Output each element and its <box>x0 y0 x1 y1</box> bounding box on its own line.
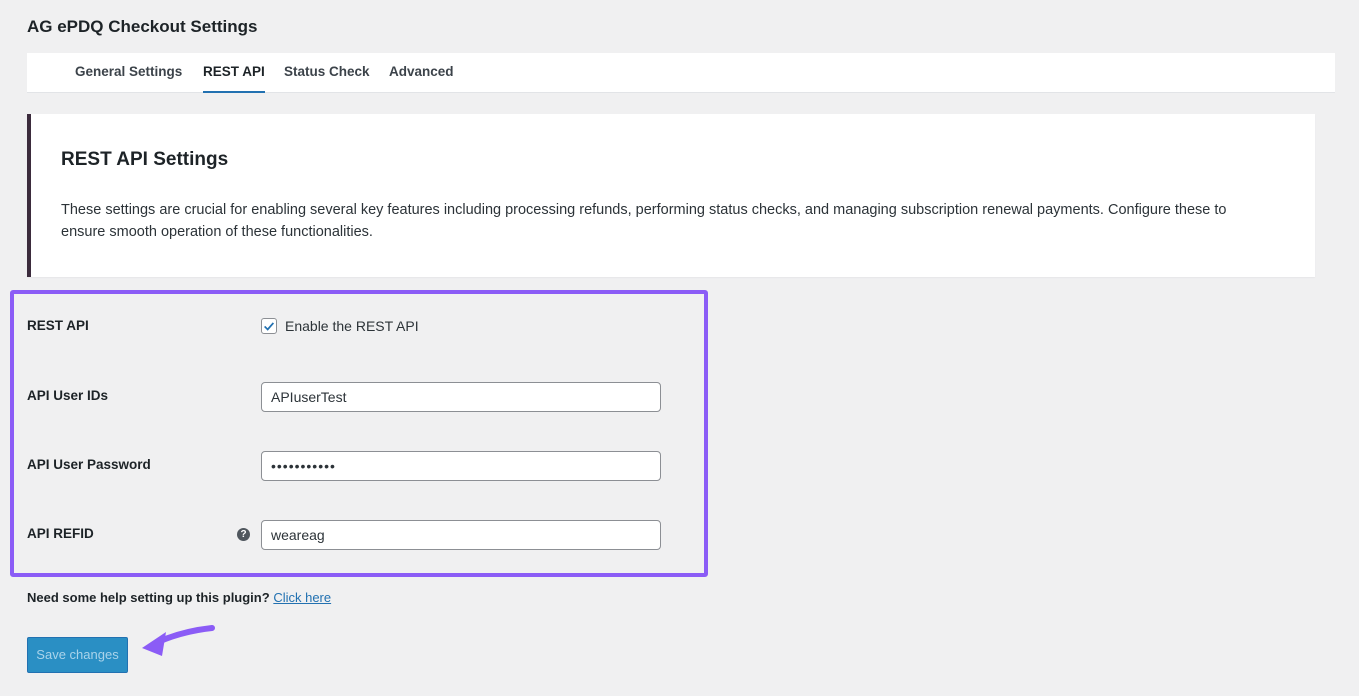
tab-advanced[interactable]: Advanced <box>389 53 454 93</box>
api-refid-input[interactable]: weareag <box>261 520 661 550</box>
rest-api-intro-card: REST API Settings These settings are cru… <box>27 114 1315 277</box>
rest-api-label: REST API <box>27 318 89 333</box>
enable-rest-api-checkbox[interactable] <box>261 318 277 334</box>
question-circle-icon[interactable]: ? <box>237 528 250 541</box>
api-user-ids-label: API User IDs <box>27 388 109 403</box>
api-user-password-label: API User Password <box>27 457 151 472</box>
settings-tabs: General Settings REST API Status Check A… <box>27 53 1335 93</box>
help-link[interactable]: Click here <box>273 590 331 605</box>
page-title: AG ePDQ Checkout Settings <box>27 17 258 36</box>
checkmark-icon <box>264 322 275 331</box>
api-user-ids-input[interactable]: APIuserTest <box>261 382 661 412</box>
tab-status-check[interactable]: Status Check <box>284 53 370 93</box>
help-line: Need some help setting up this plugin? C… <box>27 590 331 605</box>
intro-title: REST API Settings <box>61 149 229 170</box>
tab-rest-api[interactable]: REST API <box>203 53 265 93</box>
api-user-password-input[interactable]: ••••••••••• <box>261 451 661 481</box>
help-text: Need some help setting up this plugin? <box>27 590 270 605</box>
tab-general-settings[interactable]: General Settings <box>75 53 182 93</box>
api-refid-label: API REFID <box>27 526 94 541</box>
save-changes-button[interactable]: Save changes <box>27 637 128 673</box>
pointer-arrow-icon <box>142 625 215 656</box>
intro-description: These settings are crucial for enabling … <box>61 202 1227 240</box>
enable-rest-api-label[interactable]: Enable the REST API <box>285 318 419 334</box>
